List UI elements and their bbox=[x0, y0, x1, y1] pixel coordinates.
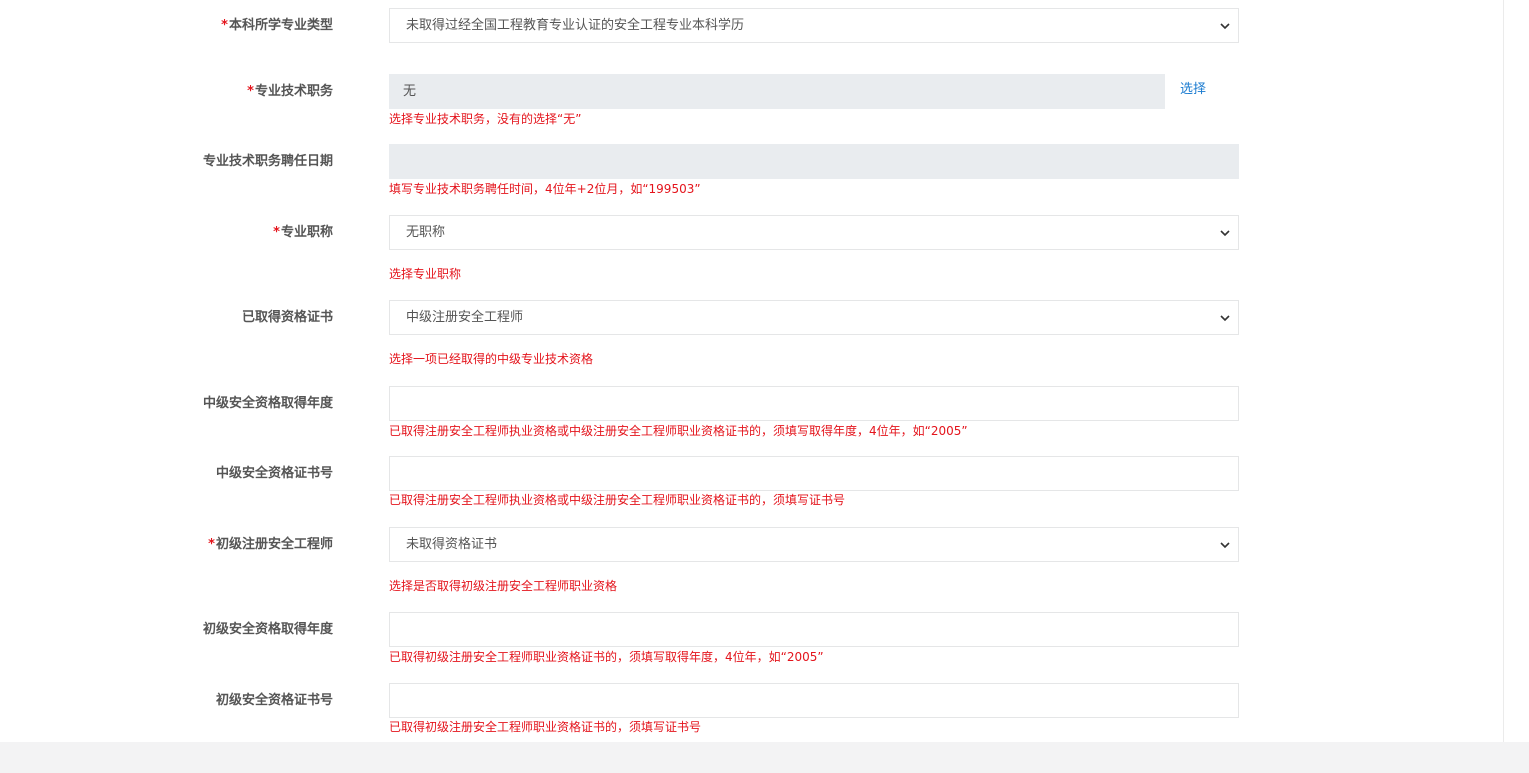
chevron-down-icon bbox=[1220, 315, 1230, 322]
intermediate-qualification-year-input[interactable] bbox=[389, 386, 1239, 421]
chevron-down-icon bbox=[1220, 230, 1230, 237]
professional-technical-position-label: *专业技术职务 bbox=[247, 84, 333, 99]
intermediate-certificate-number-hint: 已取得注册安全工程师执业资格或中级注册安全工程师职业资格证书的，须填写证书号 bbox=[389, 493, 846, 507]
junior-certificate-number-hint: 已取得初级注册安全工程师职业资格证书的，须填写证书号 bbox=[389, 720, 702, 734]
position-appointment-date-label: 专业技术职务聘任日期 bbox=[202, 154, 333, 169]
junior-safety-engineer-hint: 选择是否取得初级注册安全工程师职业资格 bbox=[389, 579, 618, 593]
position-appointment-date-input[interactable] bbox=[389, 144, 1239, 179]
junior-safety-engineer-select[interactable]: 未取得资格证书 bbox=[389, 527, 1239, 562]
professional-title-select[interactable]: 无职称 bbox=[389, 215, 1239, 250]
professional-technical-position-hint: 选择专业技术职务，没有的选择“无” bbox=[389, 112, 582, 126]
right-side-strip bbox=[1503, 0, 1529, 742]
required-mark: * bbox=[208, 537, 215, 552]
obtained-certificate-hint: 选择一项已经取得的中级专业技术资格 bbox=[389, 352, 594, 366]
junior-certificate-number-input[interactable] bbox=[389, 683, 1239, 718]
intermediate-certificate-number-input[interactable] bbox=[389, 456, 1239, 491]
intermediate-certificate-number-label: 中级安全资格证书号 bbox=[215, 466, 333, 481]
junior-safety-engineer-label: *初级注册安全工程师 bbox=[208, 537, 333, 552]
junior-certificate-number-label: 初级安全资格证书号 bbox=[215, 693, 333, 708]
chevron-down-icon bbox=[1220, 542, 1230, 549]
obtained-certificate-select[interactable]: 中级注册安全工程师 bbox=[389, 300, 1239, 335]
required-mark: * bbox=[247, 84, 254, 99]
junior-qualification-year-input[interactable] bbox=[389, 612, 1239, 647]
intermediate-qualification-year-hint: 已取得注册安全工程师执业资格或中级注册安全工程师职业资格证书的，须填写取得年度，… bbox=[389, 424, 968, 438]
required-mark: * bbox=[273, 225, 280, 240]
junior-qualification-year-label: 初级安全资格取得年度 bbox=[202, 622, 333, 637]
professional-technical-position-input[interactable]: 无 bbox=[389, 74, 1165, 109]
select-position-link[interactable]: 选择 bbox=[1180, 82, 1206, 98]
professional-title-label: *专业职称 bbox=[273, 225, 333, 240]
obtained-certificate-label: 已取得资格证书 bbox=[241, 310, 333, 325]
undergrad-major-type-select[interactable]: 未取得过经全国工程教育专业认证的安全工程专业本科学历 bbox=[389, 8, 1239, 43]
intermediate-qualification-year-label: 中级安全资格取得年度 bbox=[202, 396, 333, 411]
required-mark: * bbox=[221, 18, 228, 33]
undergrad-major-type-label: *本科所学专业类型 bbox=[221, 18, 333, 33]
professional-title-hint: 选择专业职称 bbox=[389, 267, 462, 281]
junior-qualification-year-hint: 已取得初级注册安全工程师职业资格证书的，须填写取得年度，4位年，如“2005” bbox=[389, 650, 824, 664]
form-panel: *本科所学专业类型 未取得过经全国工程教育专业认证的安全工程专业本科学历 *专业… bbox=[0, 0, 1503, 742]
position-appointment-date-hint: 填写专业技术职务聘任时间，4位年+2位月，如“199503” bbox=[389, 182, 701, 196]
chevron-down-icon bbox=[1220, 23, 1230, 30]
